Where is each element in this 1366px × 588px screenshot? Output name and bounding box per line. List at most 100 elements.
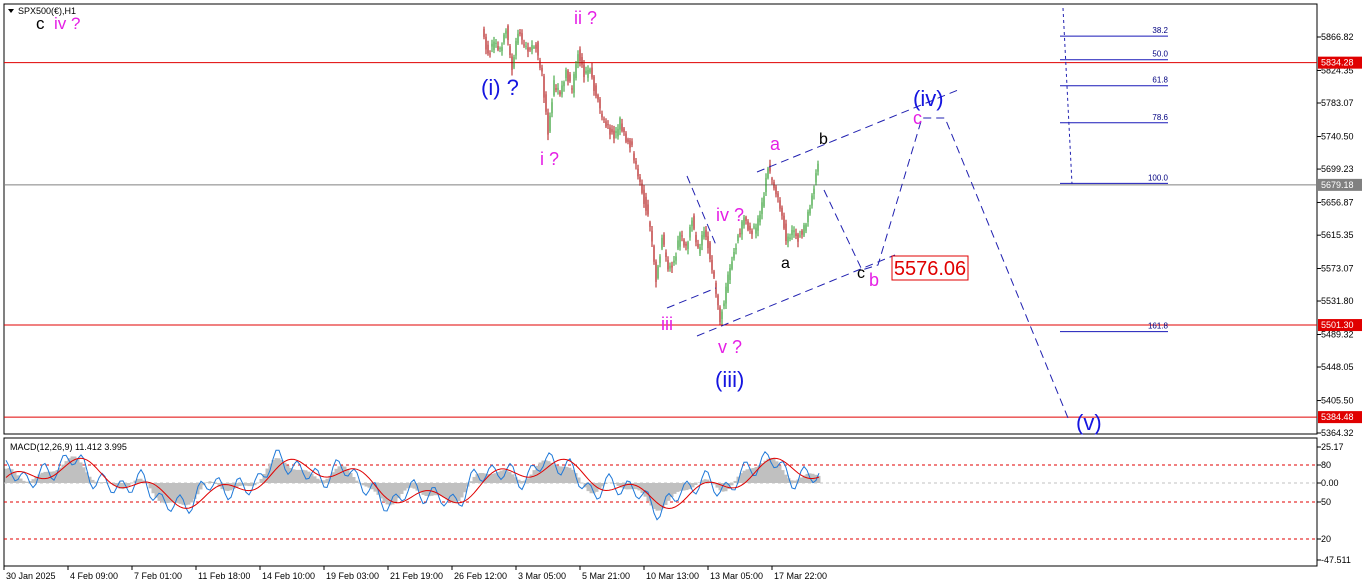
candle-body (533, 46, 535, 48)
candle-body (791, 229, 793, 236)
candle-body (705, 229, 707, 238)
candle-body (617, 128, 619, 137)
candle-body (703, 231, 705, 238)
candle-body (543, 76, 545, 98)
candle-body (515, 41, 517, 56)
candle-body (643, 189, 645, 204)
candle-body (719, 307, 721, 323)
time-tick-label: 5 Mar 21:00 (582, 571, 630, 581)
candle-body (565, 69, 567, 79)
candle-body (545, 94, 547, 112)
wave-label-iii: (iii) (715, 367, 744, 392)
candle-body (785, 223, 787, 241)
wave-label-i-small: i ? (540, 149, 559, 169)
candle-body (497, 46, 499, 50)
candle-body (539, 60, 541, 68)
price-tick-label: 5448.05 (1321, 362, 1354, 372)
candle-body (685, 243, 687, 246)
candle-body (815, 173, 817, 183)
candle-body (747, 221, 749, 230)
candle-body (597, 95, 599, 100)
candle-body (611, 129, 613, 133)
candle-body (509, 46, 511, 55)
time-axis: 30 Jan 2025 4 Feb 09:00 7 Feb 01:00 11 Feb … (3, 566, 827, 581)
price-tick-label: 5656.87 (1321, 197, 1354, 207)
candle-body (811, 195, 813, 206)
candle-body (671, 265, 673, 268)
candle-body (607, 124, 609, 126)
wave-label-i: (i) ? (481, 75, 519, 100)
candle-body (511, 56, 513, 70)
candle-body (693, 215, 695, 229)
price-tick-label: 5531.80 (1321, 296, 1354, 306)
candle-body (729, 268, 731, 281)
wave-label-iii-small: iii (661, 314, 673, 334)
fib-label: 38.2 (1152, 26, 1168, 35)
candle-body (575, 64, 577, 79)
candle-body (689, 227, 691, 238)
wave-label-iv-small: iv ? (716, 205, 744, 225)
fib-label: 161.8 (1148, 322, 1169, 331)
candle-body (485, 36, 487, 50)
main-chart-frame (3, 3, 1318, 435)
candle-body (635, 161, 637, 164)
candle-body (801, 230, 803, 235)
candle-body (487, 44, 489, 54)
wave-label-c-pink: c (913, 108, 922, 128)
candle-body (489, 53, 491, 55)
candle-body (493, 41, 495, 50)
candle-body (629, 140, 631, 148)
candle-body (529, 48, 531, 50)
time-tick-label: 21 Feb 19:00 (390, 571, 443, 581)
candle-body (677, 240, 679, 249)
wave-label-b-pink: b (869, 270, 879, 290)
price-axis: 5866.825824.355783.075740.505699.235656.… (1317, 32, 1354, 438)
candle-body (613, 130, 615, 139)
candle-body (521, 33, 523, 40)
candle-body (603, 118, 605, 120)
candle-body (559, 91, 561, 95)
candle-body (605, 121, 607, 127)
wave-label-v-small: v ? (718, 337, 742, 357)
candle-body (761, 202, 763, 214)
candle-body (733, 251, 735, 259)
candle-body (625, 133, 627, 142)
candle-body (817, 163, 819, 172)
time-tick-label: 30 Jan 2025 (6, 571, 56, 581)
candle-body (773, 182, 775, 189)
candle-body (757, 218, 759, 231)
candle-body (683, 239, 685, 246)
candle-body (587, 69, 589, 78)
candle-body (795, 233, 797, 236)
level-tag-label: 5501.30 (1321, 320, 1354, 330)
candle-body (765, 177, 767, 193)
candle-body (639, 177, 641, 182)
candle-body (667, 260, 669, 270)
fib-label: 100.0 (1148, 173, 1169, 182)
candle-body (725, 286, 727, 304)
level-tag-label: 5679.18 (1321, 180, 1354, 190)
candle-body (525, 45, 527, 47)
candle-body (781, 207, 783, 216)
candle-body (711, 259, 713, 270)
price-tick-label: 5615.35 (1321, 230, 1354, 240)
candle-body (615, 130, 617, 134)
candle-body (495, 42, 497, 44)
candle-body (573, 74, 575, 93)
fib-label: 50.0 (1152, 50, 1168, 59)
candle-body (727, 274, 729, 292)
candle-body (657, 266, 659, 279)
candle-body (583, 64, 585, 78)
price-callout: 5576.06 (891, 255, 969, 281)
macd-tick-label: -47.511 (1321, 555, 1351, 565)
wave-label-ii: ii ? (574, 8, 597, 28)
price-tick-label: 5573.07 (1321, 263, 1354, 273)
macd-tick-label: 0.00 (1321, 478, 1339, 488)
candle-body (737, 235, 739, 241)
macd-tick-label: 80 (1321, 460, 1331, 470)
candle-body (779, 200, 781, 209)
candle-body (723, 303, 725, 307)
price-callout-text: 5576.06 (894, 258, 966, 280)
time-tick-label: 13 Mar 05:00 (710, 571, 763, 581)
candle-body (585, 70, 587, 74)
